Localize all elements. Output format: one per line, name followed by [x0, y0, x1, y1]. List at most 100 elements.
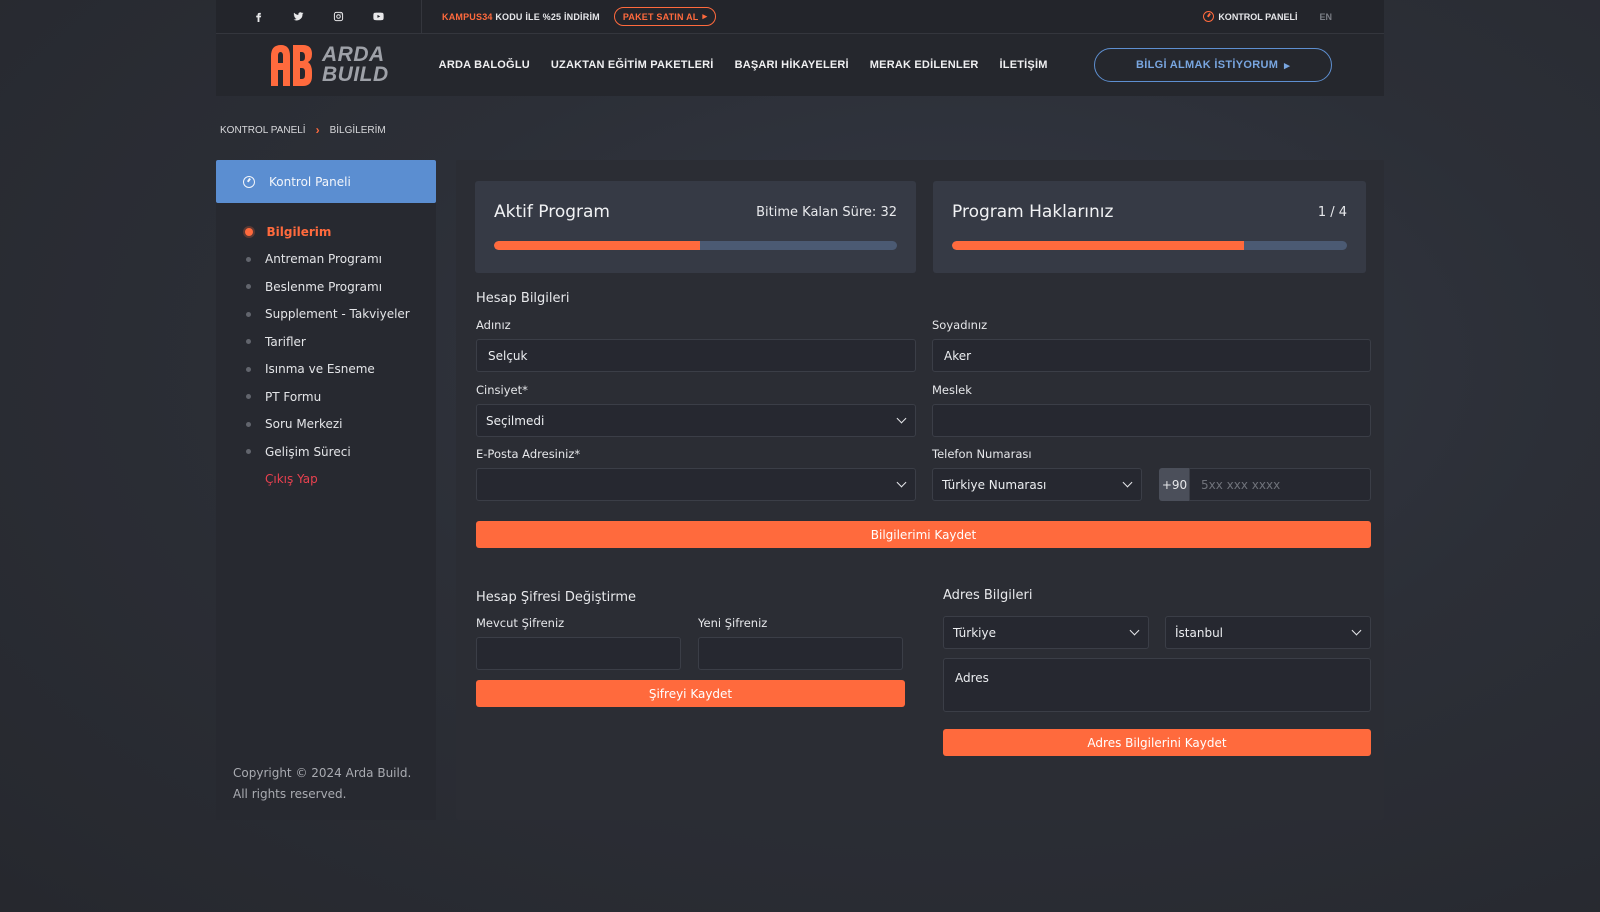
- program-progress-fill: [494, 241, 700, 250]
- active-program-card: Aktif Program Bitime Kalan Süre: 32: [475, 181, 916, 273]
- chevron-down-icon: [1351, 625, 1362, 636]
- current-password-label: Mevcut Şifreniz: [476, 616, 565, 630]
- bullet-icon: [246, 256, 251, 262]
- save-account-button[interactable]: Bilgilerimi Kaydet: [476, 521, 1371, 548]
- sidebar-item-pt-formu[interactable]: PT Formu: [216, 383, 436, 411]
- first-name-value: Selçuk: [488, 348, 528, 363]
- new-password-label: Yeni Şifreniz: [698, 616, 768, 630]
- dashboard-link-label: KONTROL PANELİ: [1218, 11, 1298, 22]
- password-section-title: Hesap Şifresi Değiştirme: [476, 590, 637, 605]
- gender-select[interactable]: Seçilmedi: [476, 404, 916, 437]
- breadcrumb: KONTROL PANELİ › BİLGİLERİM: [220, 123, 386, 137]
- info-request-button[interactable]: BİLGİ ALMAK İSTİYORUM ▸: [1094, 48, 1332, 82]
- email-label: E-Posta Adresiniz*: [476, 447, 581, 461]
- nav-item-packages[interactable]: UZAKTAN EĞİTİM PAKETLERİ: [551, 59, 714, 71]
- sidebar-item-gelisim[interactable]: Gelişim Süreci: [216, 438, 436, 466]
- city-select[interactable]: İstanbul: [1165, 616, 1371, 649]
- sidebar-header-dashboard[interactable]: Kontrol Paneli: [216, 160, 436, 203]
- sidebar-item-antreman[interactable]: Antreman Programı: [216, 246, 436, 274]
- phone-type-select[interactable]: Türkiye Numarası: [932, 468, 1142, 501]
- job-label: Meslek: [932, 383, 972, 397]
- phone-type-value: Türkiye Numarası: [942, 477, 1047, 492]
- rights-progress-bar: [952, 241, 1347, 250]
- phone-field[interactable]: 5xx xxx xxxx: [1189, 468, 1371, 501]
- first-name-label: Adınız: [476, 318, 511, 332]
- bullet-icon: [246, 421, 251, 427]
- sidebar-item-soru-merkezi[interactable]: Soru Merkezi: [216, 411, 436, 439]
- sidebar-menu: Bilgilerim Antreman Programı Beslenme Pr…: [216, 218, 436, 493]
- caret-right-icon: ▸: [702, 11, 708, 21]
- chevron-down-icon: [896, 477, 907, 488]
- chevron-right-icon: ›: [315, 123, 320, 137]
- info-request-label: BİLGİ ALMAK İSTİYORUM: [1136, 59, 1279, 71]
- nav-item-faq[interactable]: MERAK EDİLENLER: [870, 59, 979, 71]
- copyright-line1: Copyright © 2024 Arda Build.: [233, 766, 412, 780]
- program-rights-value: 1 / 4: [1317, 204, 1347, 220]
- bullet-icon: [246, 311, 251, 317]
- copyright: Copyright © 2024 Arda Build. All rights …: [233, 763, 411, 805]
- twitter-icon[interactable]: [291, 9, 307, 25]
- page-frame: KAMPUS34 KODU İLE %25 İNDİRİM PAKET SATI…: [216, 0, 1384, 912]
- bullet-icon: [246, 366, 251, 372]
- first-name-field[interactable]: Selçuk: [476, 339, 916, 372]
- save-address-button[interactable]: Adres Bilgilerini Kaydet: [943, 729, 1371, 756]
- logo-line2: BUILD: [322, 63, 389, 86]
- program-progress-bar: [494, 241, 897, 250]
- save-password-button[interactable]: Şifreyi Kaydet: [476, 680, 905, 707]
- youtube-icon[interactable]: [371, 9, 387, 25]
- main-navbar: ARDA BUILD ARDA BALOĞLU UZAKTAN EĞİTİM P…: [216, 34, 1384, 96]
- last-name-label: Soyadınız: [932, 318, 988, 332]
- phone-placeholder: 5xx xxx xxxx: [1201, 477, 1281, 492]
- sidebar-item-tarifler[interactable]: Tarifler: [216, 328, 436, 356]
- current-password-field[interactable]: [476, 637, 681, 670]
- phone-label: Telefon Numarası: [932, 447, 1032, 461]
- breadcrumb-current: BİLGİLERİM: [329, 124, 386, 136]
- chevron-down-icon: [896, 413, 907, 424]
- nav-menu: ARDA BALOĞLU UZAKTAN EĞİTİM PAKETLERİ BA…: [439, 59, 1048, 71]
- logo-mark-icon: [271, 45, 312, 86]
- breadcrumb-root[interactable]: KONTROL PANELİ: [220, 125, 306, 136]
- promo-banner: KAMPUS34 KODU İLE %25 İNDİRİM PAKET SATI…: [442, 7, 717, 26]
- sidebar-item-label: Bilgilerim: [266, 224, 332, 239]
- logo[interactable]: ARDA BUILD: [268, 42, 389, 88]
- promo-text: KODU İLE %25 İNDİRİM: [495, 11, 600, 22]
- country-value: Türkiye: [953, 625, 996, 640]
- last-name-field[interactable]: Aker: [932, 339, 1371, 372]
- logo-line1: ARDA: [322, 43, 385, 66]
- main-panel: Aktif Program Bitime Kalan Süre: 32 Prog…: [456, 160, 1384, 820]
- gender-label: Cinsiyet*: [476, 383, 528, 397]
- new-password-field[interactable]: [698, 637, 903, 670]
- sidebar-item-label: Antreman Programı: [265, 252, 382, 267]
- job-field[interactable]: [932, 404, 1371, 437]
- nav-item-success-stories[interactable]: BAŞARI HİKAYELERİ: [735, 59, 849, 71]
- gauge-icon: [243, 175, 255, 188]
- nav-item-contact[interactable]: İLETİŞİM: [1000, 59, 1048, 71]
- sidebar-header-label: Kontrol Paneli: [269, 174, 351, 189]
- chevron-down-icon: [1122, 477, 1133, 488]
- instagram-icon[interactable]: [331, 9, 347, 25]
- sidebar-item-supplement[interactable]: Supplement - Takviyeler: [216, 301, 436, 329]
- address-placeholder: Adres: [955, 671, 989, 685]
- copyright-line2: All rights reserved.: [233, 787, 347, 801]
- phone-prefix: +90: [1159, 468, 1190, 501]
- country-select[interactable]: Türkiye: [943, 616, 1149, 649]
- language-switch[interactable]: EN: [1319, 12, 1332, 22]
- facebook-icon[interactable]: [251, 9, 267, 25]
- address-textarea[interactable]: Adres: [943, 658, 1371, 712]
- sidebar-item-beslenme[interactable]: Beslenme Programı: [216, 273, 436, 301]
- program-rights-card: Program Haklarınız 1 / 4: [933, 181, 1366, 273]
- dashboard-link[interactable]: KONTROL PANELİ: [1203, 11, 1297, 22]
- top-right-links: KONTROL PANELİ EN: [1203, 11, 1332, 22]
- gauge-icon: [1203, 11, 1215, 22]
- nav-item-arda-baloglu[interactable]: ARDA BALOĞLU: [439, 59, 530, 71]
- sidebar-item-label: Tarifler: [265, 334, 306, 349]
- logo-text: ARDA BUILD: [322, 43, 389, 86]
- sidebar-item-label: Gelişim Süreci: [265, 444, 351, 459]
- sidebar-item-bilgilerim[interactable]: Bilgilerim: [216, 218, 436, 246]
- email-field[interactable]: [476, 468, 916, 501]
- logout-link[interactable]: Çıkış Yap: [216, 466, 436, 494]
- top-bar: KAMPUS34 KODU İLE %25 İNDİRİM PAKET SATI…: [216, 0, 1384, 34]
- bullet-icon: [246, 394, 251, 400]
- sidebar-item-isinma[interactable]: Isınma ve Esneme: [216, 356, 436, 384]
- buy-package-button[interactable]: PAKET SATIN AL ▸: [613, 7, 717, 26]
